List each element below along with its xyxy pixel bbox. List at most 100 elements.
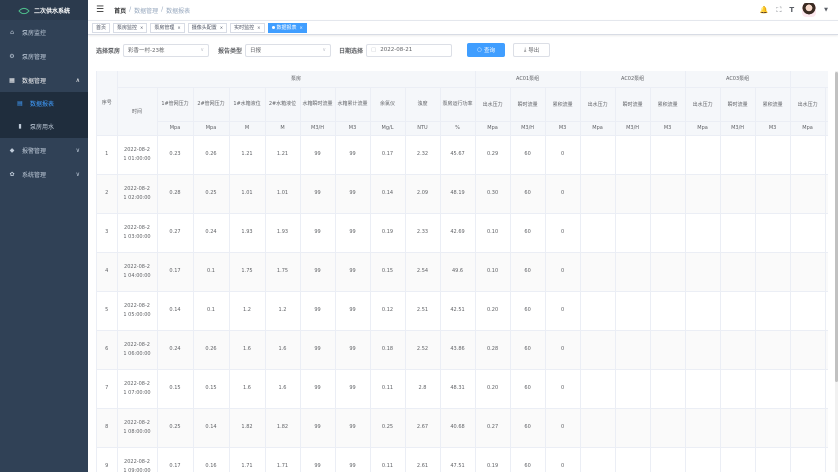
cell-empty xyxy=(650,369,686,409)
breadcrumb-separator: / xyxy=(129,5,132,13)
column-header: 余氯仪 xyxy=(370,87,406,122)
table-row[interactable]: 9 2022-08-21 09:00:00 0.17 0.16 1.71 1.71 99 99… xyxy=(97,447,828,472)
cell-empty xyxy=(825,213,828,253)
chevron-down-icon: ∨ xyxy=(200,47,205,53)
close-icon[interactable]: × xyxy=(300,25,303,30)
cell-value: 99 xyxy=(300,369,336,409)
date-picker[interactable]: ▢ 2022-08-21 xyxy=(366,43,453,57)
cell-empty xyxy=(825,408,828,448)
cell-value: 2.54 xyxy=(405,252,441,292)
tab-5[interactable]: 数据报表 × xyxy=(267,22,307,33)
cell-ac01: 0 xyxy=(545,252,581,292)
pump-label: 选择泵房 xyxy=(96,47,121,55)
sidebar-item-0[interactable]: ⌂ 泵房监控 xyxy=(0,20,88,44)
cell-empty xyxy=(790,213,826,253)
close-icon[interactable]: × xyxy=(220,25,223,30)
unit-header: M3/H xyxy=(510,121,546,136)
export-button[interactable]: ⤓ 导出 xyxy=(513,43,551,57)
table-row[interactable]: 2 2022-08-21 02:00:00 0.28 0.25 1.01 1.01 99 99… xyxy=(97,174,828,214)
cell-value: 0.12 xyxy=(370,291,406,331)
cell-empty xyxy=(685,135,721,175)
tab-0[interactable]: 首页 xyxy=(92,22,111,33)
tab-4[interactable]: 实时监控 × xyxy=(230,22,265,33)
cell-value: 1.01 xyxy=(229,174,266,214)
sidebar-subitem-1[interactable]: ▮ 泵房用水 xyxy=(0,115,88,138)
caret-down-icon[interactable]: ▼ xyxy=(824,7,828,13)
table-row[interactable]: 1 2022-08-21 01:00:00 0.23 0.26 1.21 1.21 99 99… xyxy=(97,135,828,175)
breadcrumb-item-data-mgmt[interactable]: 数据管理 xyxy=(134,6,158,15)
cell-value: 99 xyxy=(300,408,336,448)
chevron-down-icon: ∨ xyxy=(75,170,80,178)
cell-value: 1.01 xyxy=(265,174,301,214)
cell-value: 0.25 xyxy=(193,174,230,214)
cell-ac01: 60 xyxy=(510,291,546,331)
font-size-icon[interactable]: T xyxy=(789,6,794,14)
table-row[interactable]: 5 2022-08-21 05:00:00 0.14 0.1 1.2 1.2 99 99 0.1… xyxy=(97,291,828,331)
hamburger-icon[interactable]: ☰ xyxy=(96,5,104,15)
tab-1[interactable]: 泵房监控 × xyxy=(113,22,148,33)
cell-value: 2.51 xyxy=(405,291,441,331)
cell-empty xyxy=(720,369,756,409)
column-header-time: 时间 xyxy=(117,87,158,136)
download-icon: ⤓ xyxy=(523,46,527,53)
column-header: 2#水箱液位 xyxy=(265,87,301,122)
cell-ac01: 0 xyxy=(545,213,581,253)
column-header: 水箱瞬时流量 xyxy=(300,87,336,122)
cell-ac01: 0 xyxy=(545,330,581,370)
tab-2[interactable]: 泵房管理 × xyxy=(150,22,185,33)
query-button-label: 查询 xyxy=(483,48,495,54)
cell-value: 1.21 xyxy=(265,135,301,175)
tab-label: 数据报表 xyxy=(276,25,297,31)
table-row[interactable]: 7 2022-08-21 07:00:00 0.15 0.15 1.6 1.6 99 99 0.… xyxy=(97,369,828,409)
query-button[interactable]: ○ 查询 xyxy=(467,43,506,57)
cell-seq: 5 xyxy=(97,291,118,331)
tab-label: 实时监控 xyxy=(234,25,255,31)
table-row[interactable]: 8 2022-08-21 08:00:00 0.25 0.14 1.82 1.82 99 99… xyxy=(97,408,828,448)
cell-value: 1.71 xyxy=(229,447,266,472)
sidebar-item-3[interactable]: ◆ 报警管理 ∨ xyxy=(0,138,88,162)
unit-header: M xyxy=(265,121,301,136)
cell-value: 1.82 xyxy=(229,408,266,448)
sidebar-item-label: 泵房管理 xyxy=(22,53,47,61)
cell-empty xyxy=(790,135,826,175)
pump-select[interactable]: 彩香一村-23栋 ∨ xyxy=(123,43,210,57)
sidebar-item-1[interactable]: ⚙ 泵房管理 xyxy=(0,44,88,68)
bell-icon[interactable]: 🔔 xyxy=(760,6,769,14)
cell-empty xyxy=(615,174,651,214)
cell-value: 42.69 xyxy=(440,213,476,253)
cell-ac01: 0.10 xyxy=(475,213,511,253)
fullscreen-icon[interactable]: ⛶ xyxy=(776,6,781,15)
avatar[interactable] xyxy=(802,3,817,17)
unit-header: Mpa xyxy=(193,121,230,136)
sidebar-item-2[interactable]: ▦ 数据管理 ∧ xyxy=(0,68,88,92)
close-icon[interactable]: × xyxy=(140,25,143,30)
table-row[interactable]: 4 2022-08-21 04:00:00 0.17 0.1 1.75 1.75 99 99 0… xyxy=(97,252,828,292)
cell-empty xyxy=(615,408,651,448)
filter-bar: 选择泵房 彩香一村-23栋 ∨ 报告类型 日报 ∨ 日期选择 ▢ 2022-08… xyxy=(88,35,838,65)
header-row-names: 时间 1#管网压力 2#管网压力 1#水箱液位 2#水箱液位 水箱瞬时流量 水箱累计流量 余氯… xyxy=(97,87,828,136)
sidebar-subitem-0[interactable]: ▤ 数据报表 xyxy=(0,92,88,115)
cell-value: 99 xyxy=(300,252,336,292)
sidebar-item-4[interactable]: ✿ 系统管理 ∨ xyxy=(0,162,88,186)
sidebar-item-label: 泵房监控 xyxy=(22,29,47,37)
cell-empty xyxy=(825,447,828,472)
table-row[interactable]: 3 2022-08-21 03:00:00 0.27 0.24 1.93 1.93 99 99… xyxy=(97,213,828,253)
breadcrumb-item-home[interactable]: 首页 xyxy=(114,6,126,15)
cell-empty xyxy=(720,174,756,214)
cell-value: 2.52 xyxy=(405,330,441,370)
cell-value: 43.86 xyxy=(440,330,476,370)
cell-value: 0.17 xyxy=(157,252,194,292)
close-icon[interactable]: × xyxy=(177,25,180,30)
cell-empty xyxy=(650,174,686,214)
sidebar-menu: ⌂ 泵房监控 ⚙ 泵房管理 ▦ 数据管理 ∧ ▤ 数据报表 ▮ 泵房用水 ◆ 报警管理 ∨ ✿ 系统管理 ∨ xyxy=(0,20,88,186)
cell-value: 1.2 xyxy=(265,291,301,331)
tab-3[interactable]: 摄像头配置 × xyxy=(187,22,228,33)
report-table-wrapper[interactable]: 序号泵房AC01泵组AC02泵组AC03泵组A时间1#管网压力2#管网压力1#水… xyxy=(96,71,828,472)
report-type-select[interactable]: 日报 ∨ xyxy=(245,43,332,57)
cell-value: 99 xyxy=(335,369,371,409)
table-row[interactable]: 6 2022-08-21 06:00:00 0.24 0.26 1.6 1.6 99 99 0.… xyxy=(97,330,828,370)
close-icon[interactable]: × xyxy=(257,25,260,30)
group-header-4: A xyxy=(790,71,828,88)
cell-empty xyxy=(685,447,721,472)
app-logo[interactable]: 二次供水系统 xyxy=(0,0,88,20)
